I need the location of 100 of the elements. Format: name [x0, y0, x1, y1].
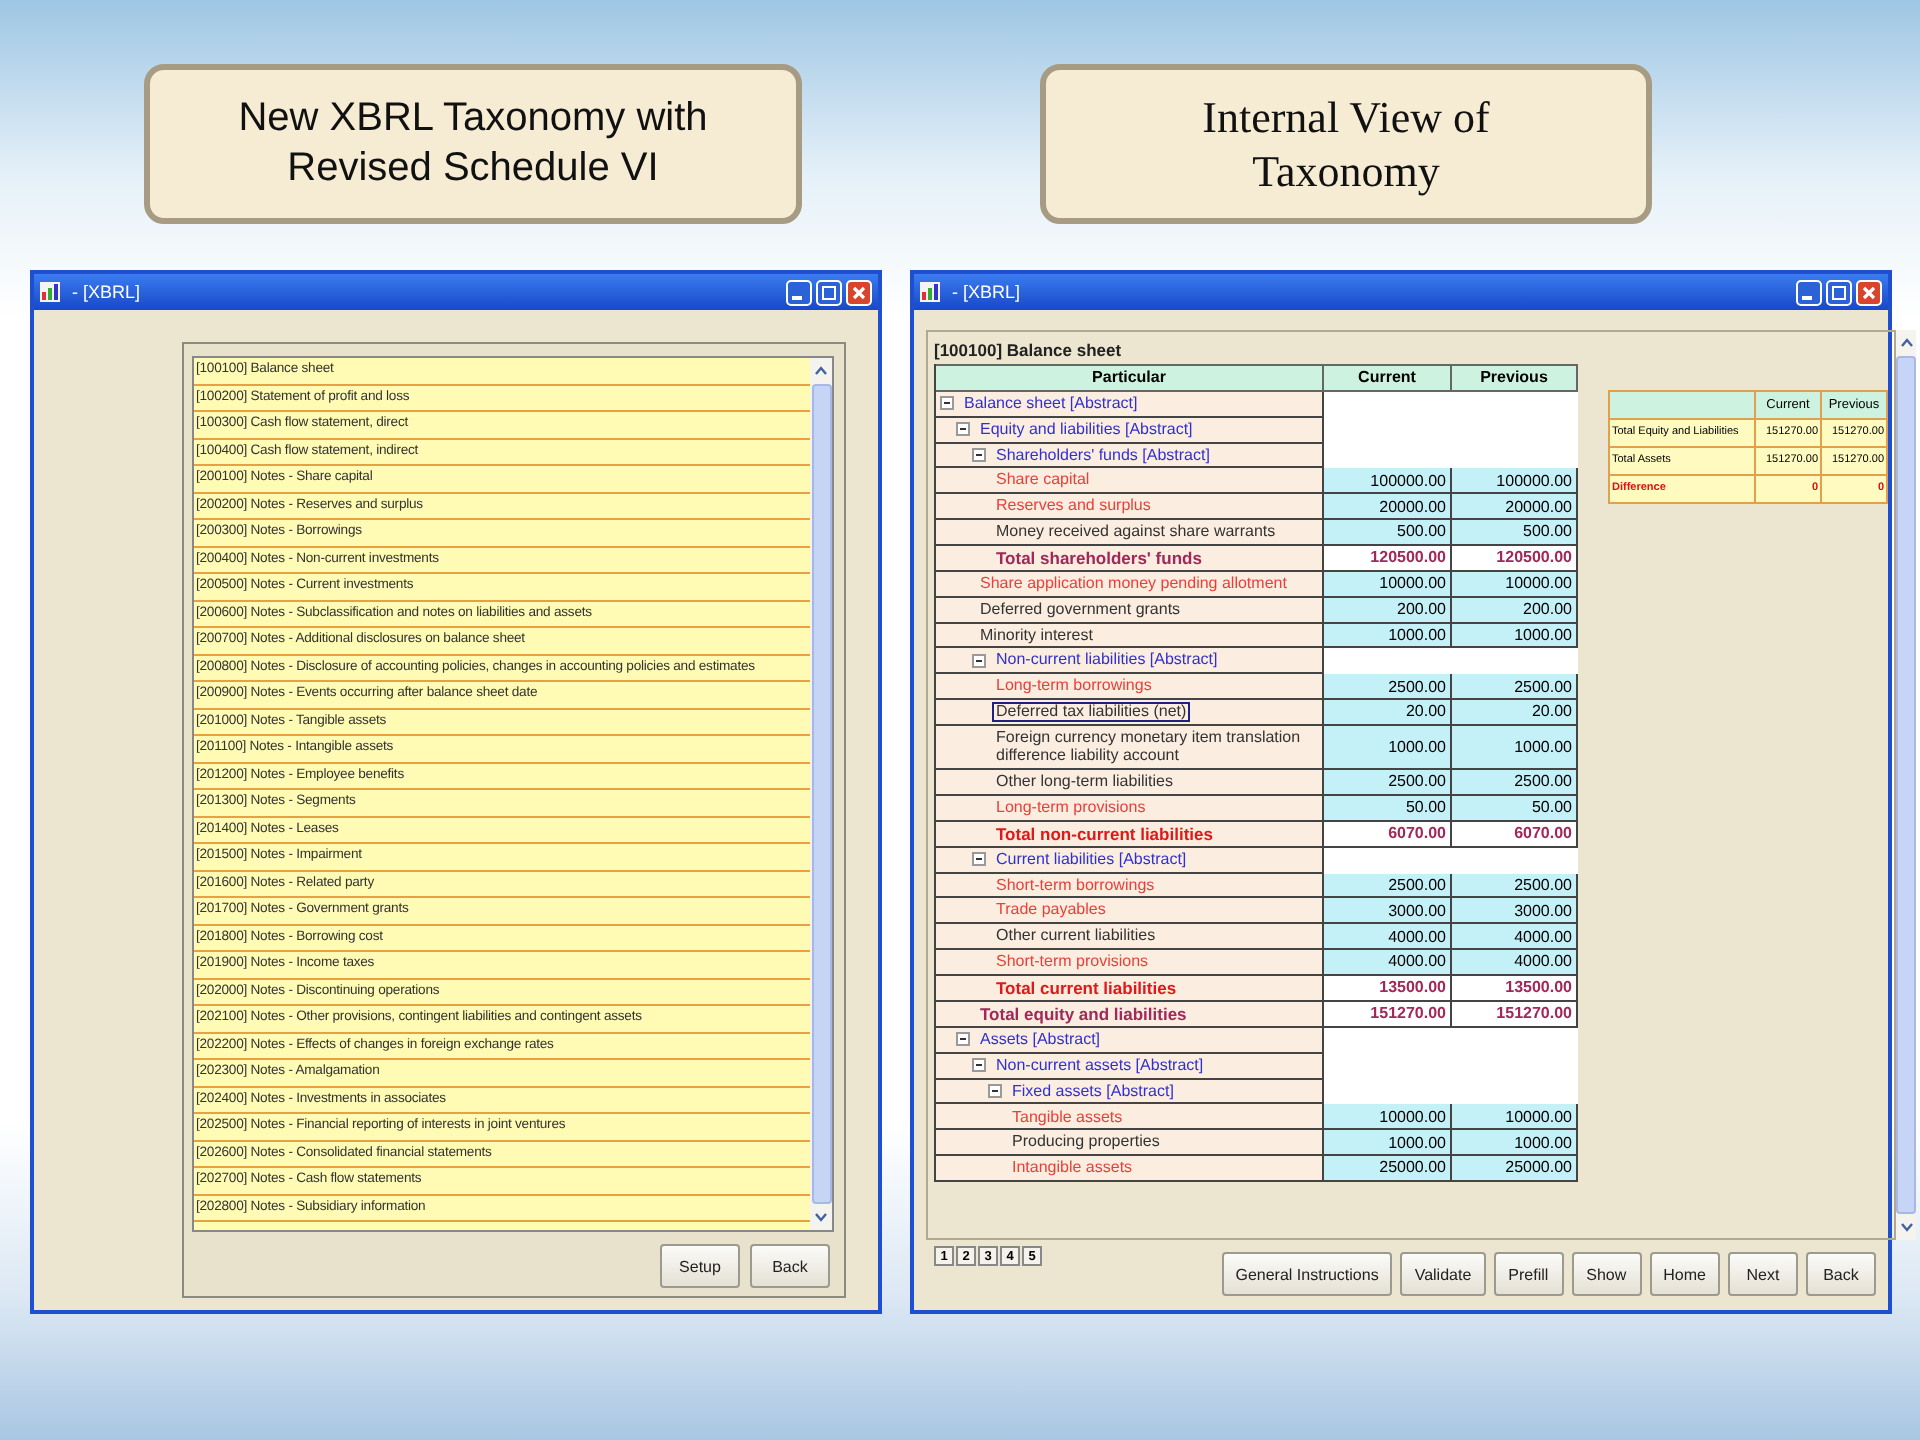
value-cell: 120500.00: [1452, 545, 1578, 572]
dialog-button[interactable]: Back: [750, 1244, 830, 1288]
tree-row[interactable]: Assets [Abstract]: [936, 1028, 1324, 1054]
collapse-icon[interactable]: [972, 447, 986, 462]
tree-row[interactable]: Reserves and surplus: [936, 494, 1324, 520]
value-cell[interactable]: 20.00: [1452, 699, 1578, 726]
tree-row[interactable]: Foreign currency monetary item translation difference liability account: [936, 725, 1324, 770]
toolbar-button[interactable]: Show: [1571, 1252, 1642, 1296]
value-cell[interactable]: 3000.00: [1324, 898, 1452, 925]
tree-row[interactable]: Other long-term liabilities: [936, 769, 1324, 796]
callout-text: Taxonomy: [1252, 144, 1440, 199]
value-cell[interactable]: 10000.00: [1452, 1104, 1578, 1131]
value-cell[interactable]: 10000.00: [1452, 571, 1578, 598]
value-cell[interactable]: 1000.00: [1452, 1130, 1578, 1157]
row-label: Long-term provisions: [994, 797, 1148, 817]
value-cell[interactable]: 4000.00: [1324, 924, 1452, 950]
toolbar-button[interactable]: Back: [1806, 1252, 1876, 1296]
tree-row[interactable]: Producing properties: [936, 1130, 1324, 1157]
tree-row[interactable]: Trade payables: [936, 898, 1324, 925]
value-cell[interactable]: 2500.00: [1324, 769, 1452, 796]
value-cell[interactable]: 2500.00: [1452, 674, 1578, 700]
scroll-up-icon[interactable]: [812, 362, 830, 380]
row-label: Producing properties: [1010, 1132, 1162, 1152]
collapse-icon[interactable]: [972, 653, 986, 668]
tree-row[interactable]: Deferred tax liabilities (net): [936, 699, 1324, 726]
collapse-icon[interactable]: [956, 1032, 970, 1047]
value-cell[interactable]: 20000.00: [1452, 494, 1578, 520]
tree-row[interactable]: Long-term borrowings: [936, 674, 1324, 700]
tree-row[interactable]: Total current liabilities: [936, 975, 1324, 1002]
collapse-icon[interactable]: [940, 396, 954, 411]
tree-row[interactable]: Long-term provisions: [936, 795, 1324, 822]
collapse-icon[interactable]: [956, 422, 970, 437]
value-cell[interactable]: 4000.00: [1452, 924, 1578, 950]
tree-row[interactable]: Current liabilities [Abstract]: [936, 847, 1324, 874]
tree-row[interactable]: Shareholders' funds [Abstract]: [936, 443, 1324, 469]
close-button[interactable]: [846, 279, 872, 305]
tree-row[interactable]: Non-current assets [Abstract]: [936, 1053, 1324, 1080]
tree-row[interactable]: Minority interest: [936, 623, 1324, 649]
tree-row[interactable]: Fixed assets [Abstract]: [936, 1079, 1324, 1105]
tree-row[interactable]: Short-term provisions: [936, 949, 1324, 976]
tree-row[interactable]: Total non-current liabilities: [936, 821, 1324, 848]
value-cell[interactable]: 500.00: [1324, 519, 1452, 546]
value-cell[interactable]: 1000.00: [1324, 623, 1452, 649]
value-cell[interactable]: 20.00: [1324, 699, 1452, 726]
scroll-up-icon[interactable]: [1897, 334, 1915, 352]
tree-row[interactable]: Short-term borrowings: [936, 873, 1324, 899]
value-cell[interactable]: 25000.00: [1452, 1156, 1578, 1182]
close-button[interactable]: [1856, 279, 1882, 305]
value-cell[interactable]: 4000.00: [1324, 949, 1452, 976]
value-cell[interactable]: 2500.00: [1324, 674, 1452, 700]
tree-row[interactable]: Intangible assets: [936, 1156, 1324, 1182]
value-cell[interactable]: 500.00: [1452, 519, 1578, 546]
collapse-icon[interactable]: [972, 1058, 986, 1073]
maximize-button[interactable]: [816, 279, 842, 305]
value-cell[interactable]: 2500.00: [1452, 769, 1578, 796]
tree-row[interactable]: Total shareholders' funds: [936, 545, 1324, 572]
callout-text: Internal View of: [1202, 89, 1490, 144]
toolbar-button[interactable]: Next: [1728, 1252, 1798, 1296]
dialog-button[interactable]: Setup: [660, 1244, 740, 1288]
value-cell[interactable]: 20000.00: [1324, 494, 1452, 520]
value-cell: 13500.00: [1324, 975, 1452, 1002]
minimize-button[interactable]: [1796, 279, 1822, 305]
tree-row[interactable]: Balance sheet [Abstract]: [936, 392, 1324, 418]
toolbar-button[interactable]: Prefill: [1493, 1252, 1564, 1296]
toolbar-button[interactable]: General Instructions: [1221, 1252, 1393, 1296]
tree-row[interactable]: Share application money pending allotment: [936, 571, 1324, 598]
value-cell[interactable]: 50.00: [1452, 795, 1578, 822]
toolbar-button[interactable]: Validate: [1400, 1252, 1486, 1296]
value-cell[interactable]: 200.00: [1324, 597, 1452, 624]
value-cell: 151270.00: [1452, 1001, 1578, 1029]
value-cell[interactable]: 1000.00: [1324, 1130, 1452, 1157]
tree-row[interactable]: Total equity and liabilities: [936, 1001, 1324, 1029]
value-cell[interactable]: 10000.00: [1324, 1104, 1452, 1131]
tree-row[interactable]: Other current liabilities: [936, 924, 1324, 950]
value-cell[interactable]: 2500.00: [1324, 873, 1452, 899]
maximize-button[interactable]: [1826, 279, 1852, 305]
value-cell[interactable]: 3000.00: [1452, 898, 1578, 925]
tree-row[interactable]: Tangible assets: [936, 1104, 1324, 1131]
value-cell[interactable]: 1000.00: [1452, 725, 1578, 770]
tree-row[interactable]: Deferred government grants: [936, 597, 1324, 624]
value-cell[interactable]: 4000.00: [1452, 949, 1578, 976]
value-cell[interactable]: 100000.00: [1452, 468, 1578, 495]
value-cell[interactable]: 10000.00: [1324, 571, 1452, 598]
value-cell[interactable]: 1000.00: [1452, 623, 1578, 649]
scroll-down-icon[interactable]: [1897, 1218, 1915, 1236]
toolbar-button[interactable]: Home: [1649, 1252, 1720, 1296]
tree-row[interactable]: Non-current liabilities [Abstract]: [936, 648, 1324, 675]
value-cell[interactable]: 25000.00: [1324, 1156, 1452, 1182]
scroll-down-icon[interactable]: [812, 1208, 830, 1226]
tree-row[interactable]: Equity and liabilities [Abstract]: [936, 417, 1324, 444]
tree-row[interactable]: Money received against share warrants: [936, 519, 1324, 546]
value-cell[interactable]: 1000.00: [1324, 725, 1452, 770]
tree-row[interactable]: Share capital: [936, 468, 1324, 495]
collapse-icon[interactable]: [972, 852, 986, 867]
minimize-button[interactable]: [786, 279, 812, 305]
value-cell[interactable]: 100000.00: [1324, 468, 1452, 495]
collapse-icon[interactable]: [988, 1084, 1002, 1099]
value-cell[interactable]: 50.00: [1324, 795, 1452, 822]
value-cell[interactable]: 200.00: [1452, 597, 1578, 624]
value-cell[interactable]: 2500.00: [1452, 873, 1578, 899]
